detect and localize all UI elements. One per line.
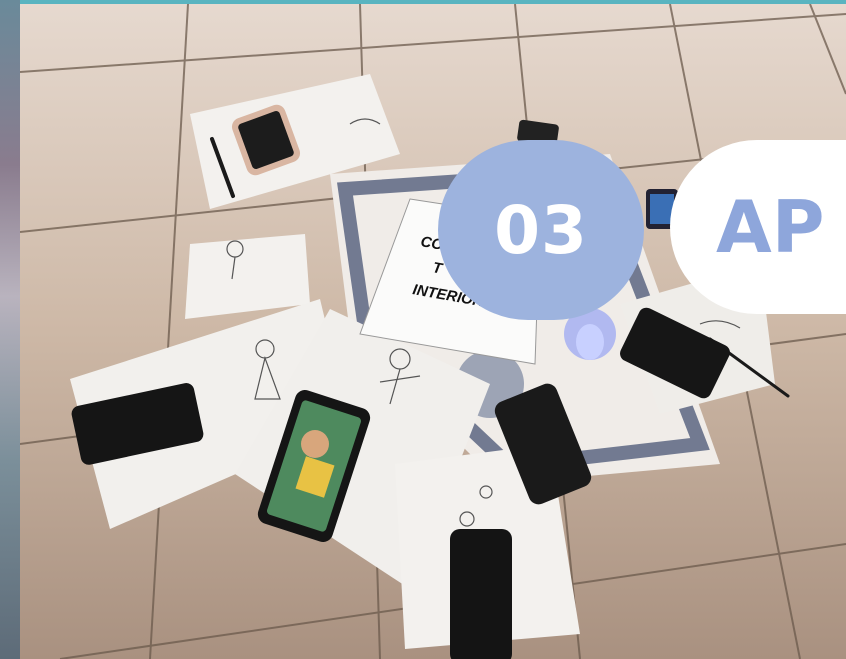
floor-scene: CO T INTERIOR [20, 4, 846, 659]
neighbor-photo-strip [0, 0, 20, 659]
phone [450, 529, 512, 659]
activity-photo: CO T INTERIOR [20, 4, 846, 659]
candle [576, 324, 604, 360]
section-number-badge: 03 [438, 140, 644, 320]
section-title-badge: AP [670, 140, 846, 314]
slide: CO T INTERIOR 03 AP [0, 0, 846, 659]
paper-sheet [185, 234, 310, 319]
